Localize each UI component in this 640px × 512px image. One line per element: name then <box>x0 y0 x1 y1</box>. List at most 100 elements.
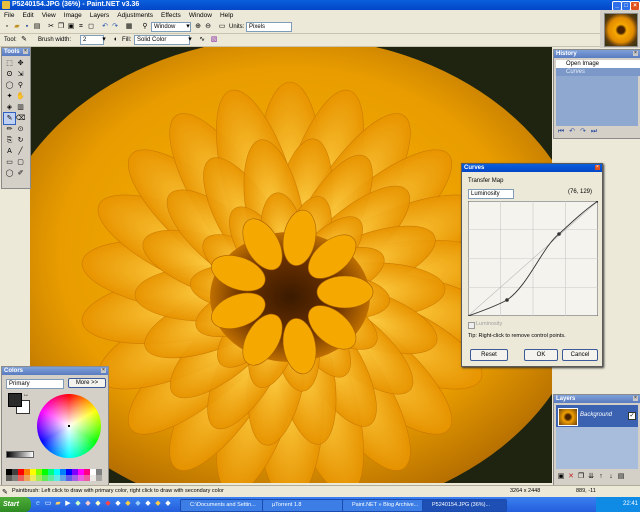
explorer-icon[interactable]: ▰ <box>54 500 62 508</box>
chevron-down-icon[interactable]: ▾ <box>100 36 108 44</box>
color-picker-icon[interactable]: ⊙ <box>15 124 26 135</box>
history-item-curves[interactable]: Curves <box>556 68 640 76</box>
freeform-icon[interactable]: ✐ <box>15 168 26 179</box>
app-icon[interactable]: ◆ <box>74 500 82 508</box>
zoom-icon[interactable]: ⚲ <box>141 23 149 31</box>
task-utorrent[interactable]: µTorrent 1.8 <box>262 499 347 512</box>
paste-icon[interactable]: ▣ <box>67 23 75 31</box>
lasso-icon[interactable]: ʘ <box>4 69 15 80</box>
blend-mode-icon[interactable]: ▧ <box>210 36 218 44</box>
control-point[interactable] <box>505 298 509 302</box>
menu-file[interactable]: File <box>0 10 18 21</box>
close-icon[interactable]: × <box>595 165 600 170</box>
luminosity-checkbox[interactable] <box>468 322 475 329</box>
menu-image[interactable]: Image <box>60 10 86 21</box>
menu-layers[interactable]: Layers <box>86 10 114 21</box>
new-icon[interactable]: ▫ <box>3 23 11 31</box>
rectangle-icon[interactable]: ▭ <box>4 157 15 168</box>
magic-wand-icon[interactable]: ✦ <box>4 91 15 102</box>
open-icon[interactable]: ▰ <box>13 23 21 31</box>
show-desktop-icon[interactable]: ▭ <box>44 500 52 508</box>
ruler-icon[interactable]: ▭ <box>218 23 226 31</box>
undo-icon[interactable]: ↶ <box>568 128 576 136</box>
control-point[interactable] <box>557 232 561 236</box>
move-icon[interactable]: ✥ <box>15 58 26 69</box>
ellipse-select-icon[interactable]: ◯ <box>4 80 15 91</box>
crop-icon[interactable]: ⌗ <box>77 23 85 31</box>
app-icon[interactable]: ◆ <box>104 500 112 508</box>
layer-properties-icon[interactable]: ▤ <box>617 473 625 481</box>
media-icon[interactable]: ▶ <box>64 500 72 508</box>
zoom-in-icon[interactable]: ⊕ <box>194 23 202 31</box>
mode-dropdown[interactable]: Luminosity <box>468 189 514 199</box>
move-up-icon[interactable]: ↑ <box>597 473 605 481</box>
gradient-icon[interactable]: ▥ <box>15 102 26 113</box>
antialias-icon[interactable]: ◐ <box>112 36 120 44</box>
merge-layer-icon[interactable]: ⇊ <box>587 473 595 481</box>
paint-bucket-icon[interactable]: ◈ <box>4 102 15 113</box>
chevron-down-icon[interactable]: ▾ <box>186 36 194 44</box>
start-button[interactable]: Start <box>0 497 31 512</box>
close-icon[interactable]: × <box>101 368 106 373</box>
menu-window[interactable]: Window <box>185 10 216 21</box>
task-paintnet[interactable]: P5240154.JPG (36%)... <box>422 499 507 512</box>
app-icon[interactable]: ◆ <box>154 500 162 508</box>
swap-colors-icon[interactable]: ↔ <box>23 392 29 398</box>
more-button[interactable]: More >> <box>68 378 106 388</box>
undo-to-start-icon[interactable]: ⏮ <box>557 128 565 136</box>
redo-to-end-icon[interactable]: ⏭ <box>590 128 598 136</box>
menu-effects[interactable]: Effects <box>157 10 185 21</box>
pan-icon[interactable]: ✋ <box>15 91 26 102</box>
app-icon[interactable]: ◆ <box>114 500 122 508</box>
app-icon[interactable]: ◆ <box>94 500 102 508</box>
copy-icon[interactable]: ❐ <box>57 23 65 31</box>
zoom-out-icon[interactable]: ⊖ <box>204 23 212 31</box>
cut-icon[interactable]: ✂ <box>47 23 55 31</box>
close-icon[interactable]: × <box>23 49 28 54</box>
paintbrush-icon[interactable]: ✎ <box>20 36 28 44</box>
color-value-slider[interactable] <box>6 451 34 458</box>
ie-icon[interactable]: e <box>34 500 42 508</box>
menu-adjustments[interactable]: Adjustments <box>113 10 157 21</box>
app-icon[interactable]: ◆ <box>84 500 92 508</box>
units-dropdown[interactable]: Pixels <box>246 22 292 32</box>
color-palette[interactable] <box>6 469 104 481</box>
recolor-icon[interactable]: ↻ <box>15 135 26 146</box>
cancel-button[interactable]: Cancel <box>562 349 598 361</box>
redo-icon[interactable]: ↷ <box>111 23 119 31</box>
curve-graph[interactable] <box>468 201 598 316</box>
layer-item[interactable]: Background ✓ <box>556 405 638 427</box>
add-layer-icon[interactable]: ▣ <box>557 473 565 481</box>
undo-icon[interactable]: ↶ <box>101 23 109 31</box>
task-explorer[interactable]: C:\Documents and Settin... <box>180 499 267 512</box>
zoom-icon[interactable]: ⚲ <box>15 80 26 91</box>
app-icon[interactable]: ◆ <box>164 500 172 508</box>
clone-stamp-icon[interactable]: ⎘ <box>4 135 15 146</box>
task-browser[interactable]: Paint.NET » Blog Archive... <box>342 499 427 512</box>
close-icon[interactable]: × <box>633 396 638 401</box>
rounded-rect-icon[interactable]: ▢ <box>15 157 26 168</box>
menu-view[interactable]: View <box>38 10 60 21</box>
primary-color-swatch[interactable] <box>8 393 22 407</box>
image-thumbnail[interactable] <box>604 13 638 47</box>
pencil-icon[interactable]: ✏ <box>4 124 15 135</box>
save-icon[interactable]: ▪ <box>23 23 31 31</box>
move-selection-icon[interactable]: ⇲ <box>15 69 26 80</box>
deselect-icon[interactable]: ◻ <box>87 23 95 31</box>
curve-icon[interactable]: ∿ <box>198 36 206 44</box>
ok-button[interactable]: OK <box>524 349 558 361</box>
print-icon[interactable]: ▤ <box>33 23 41 31</box>
menu-edit[interactable]: Edit <box>18 10 37 21</box>
eraser-icon[interactable]: ⌫ <box>15 113 26 124</box>
redo-icon[interactable]: ↷ <box>579 128 587 136</box>
app-icon[interactable]: ◆ <box>124 500 132 508</box>
app-icon[interactable]: ◆ <box>134 500 142 508</box>
chevron-down-icon[interactable]: ▾ <box>184 23 192 31</box>
layer-visibility-checkbox[interactable]: ✓ <box>628 412 636 420</box>
line-icon[interactable]: ╱ <box>15 146 26 157</box>
app-icon[interactable]: ◆ <box>144 500 152 508</box>
select-rect-icon[interactable]: ⬚ <box>4 58 15 69</box>
paintbrush-icon[interactable]: ✎ <box>3 112 16 125</box>
ellipse-icon[interactable]: ◯ <box>4 168 15 179</box>
delete-layer-icon[interactable]: ✕ <box>567 473 575 481</box>
